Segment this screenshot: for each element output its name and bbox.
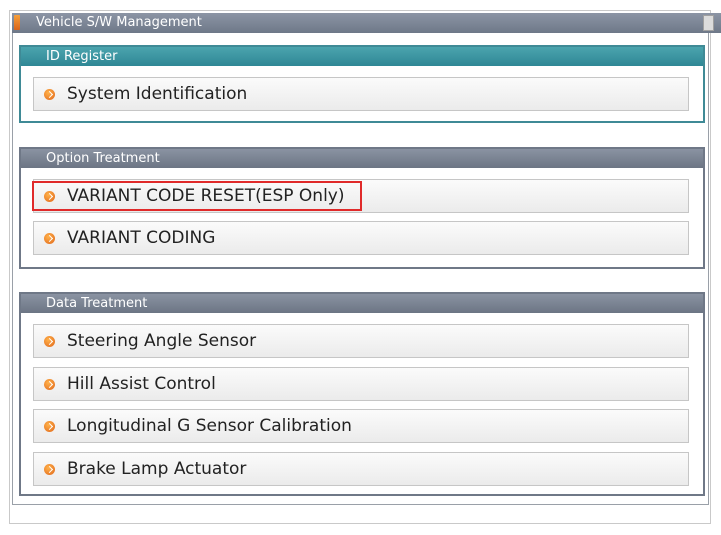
arrow-circle-icon [44, 233, 55, 244]
menu-steering-angle-sensor[interactable]: Steering Angle Sensor [33, 324, 689, 358]
menu-brake-lamp-actuator[interactable]: Brake Lamp Actuator [33, 452, 689, 486]
window-titlebar: Vehicle S/W Management [12, 13, 721, 33]
menu-hill-assist-control[interactable]: Hill Assist Control [33, 367, 689, 401]
group-header-data-treatment: Data Treatment [21, 294, 703, 313]
group-id-register: ID Register System Identification [19, 45, 705, 123]
menu-label: VARIANT CODING [67, 228, 216, 248]
window-corner-icon[interactable] [703, 15, 714, 31]
group-option-treatment: Option Treatment VARIANT CODE RESET(ESP … [19, 147, 705, 269]
arrow-circle-icon [44, 379, 55, 390]
arrow-circle-icon [44, 191, 55, 202]
group-data-treatment: Data Treatment Steering Angle Sensor Hil… [19, 292, 705, 496]
menu-system-identification[interactable]: System Identification [33, 77, 689, 111]
arrow-circle-icon [44, 89, 55, 100]
screen: Vehicle S/W Management ID Register Syste… [0, 0, 721, 535]
arrow-circle-icon [44, 421, 55, 432]
menu-label: Longitudinal G Sensor Calibration [67, 416, 352, 436]
arrow-circle-icon [44, 336, 55, 347]
menu-label: VARIANT CODE RESET(ESP Only) [67, 186, 345, 206]
group-header-id-register: ID Register [21, 47, 703, 66]
window-title: Vehicle S/W Management [36, 15, 202, 30]
menu-label: Hill Assist Control [67, 374, 216, 394]
menu-label: Brake Lamp Actuator [67, 459, 247, 479]
menu-label: System Identification [67, 84, 248, 104]
group-header-option-treatment: Option Treatment [21, 149, 703, 168]
window-title-icon [14, 15, 20, 30]
menu-longitudinal-g-sensor-calibration[interactable]: Longitudinal G Sensor Calibration [33, 409, 689, 443]
menu-label: Steering Angle Sensor [67, 331, 257, 351]
menu-variant-coding[interactable]: VARIANT CODING [33, 221, 689, 255]
menu-variant-code-reset[interactable]: VARIANT CODE RESET(ESP Only) [33, 179, 689, 213]
arrow-circle-icon [44, 464, 55, 475]
